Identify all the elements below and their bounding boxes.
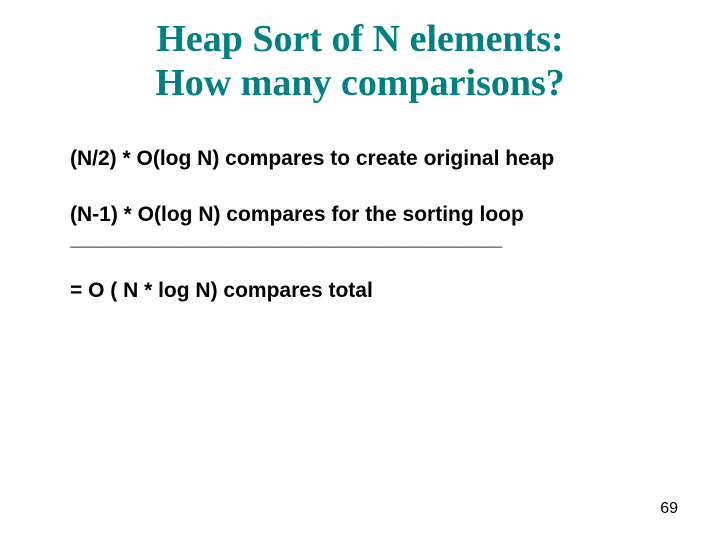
- page-number: 69: [660, 500, 678, 518]
- body-line-1: (N/2) * O(log N) compares to create orig…: [70, 145, 650, 172]
- body-line-3: = O ( N * log N) compares total: [70, 277, 650, 304]
- title-line-2: How many comparisons?: [155, 62, 565, 104]
- title-line-1: Heap Sort of N elements:: [156, 18, 563, 60]
- slide-container: Heap Sort of N elements: How many compar…: [0, 0, 720, 540]
- slide-title: Heap Sort of N elements: How many compar…: [40, 18, 680, 105]
- slide-body: (N/2) * O(log N) compares to create orig…: [40, 145, 680, 304]
- divider-line: _____________________________________: [70, 228, 650, 249]
- body-line-2: (N-1) * O(log N) compares for the sortin…: [70, 201, 650, 228]
